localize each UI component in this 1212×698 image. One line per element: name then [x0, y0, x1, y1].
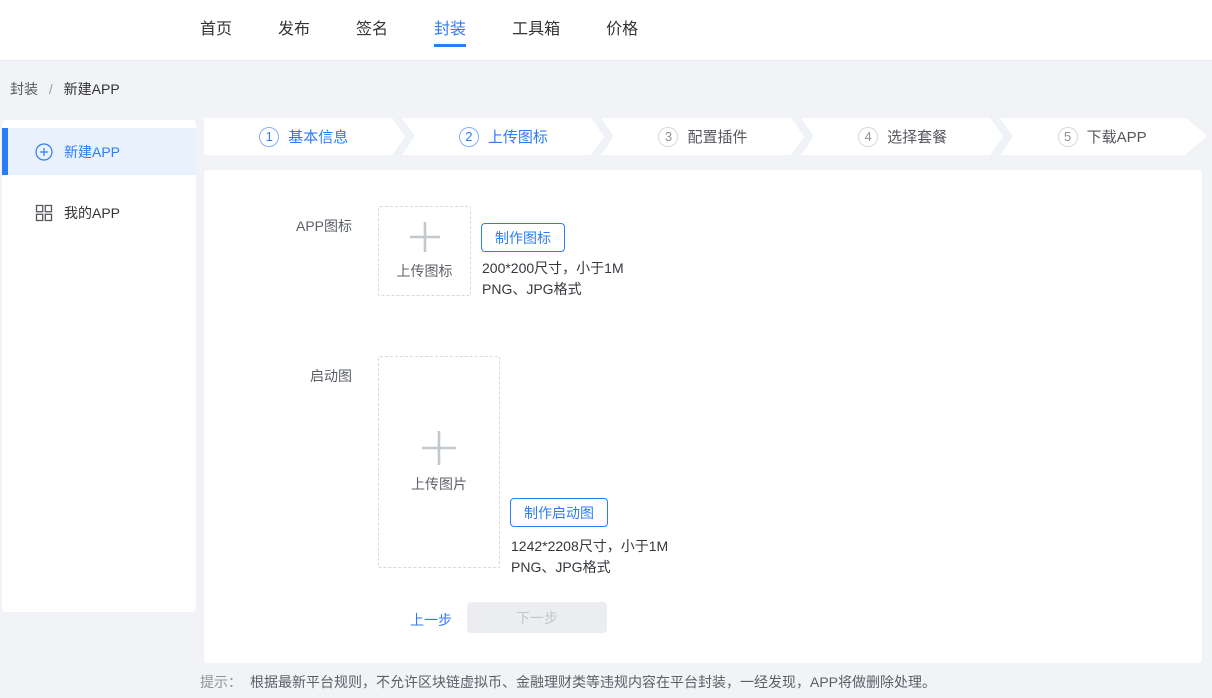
- step-label: 配置插件: [687, 126, 747, 147]
- make-launch-image-button[interactable]: 制作启动图: [510, 498, 608, 527]
- next-step-button[interactable]: 下一步: [467, 602, 607, 633]
- sidebar-item-label: 新建APP: [64, 142, 120, 162]
- plus-circle-icon: [35, 143, 53, 161]
- launch-image-hint-size: 1242*2208尺寸，小于1M: [511, 536, 668, 557]
- upload-icon-text: 上传图标: [397, 261, 453, 281]
- nav-tab-publish[interactable]: 发布: [278, 0, 310, 60]
- sidebar-item-my-app[interactable]: 我的APP: [2, 189, 196, 236]
- step-choose-plan: 4 选择套餐: [803, 118, 1003, 155]
- app-icon-hint-format: PNG、JPG格式: [482, 279, 624, 300]
- previous-step-link[interactable]: 上一步: [410, 610, 452, 630]
- launch-image-upload-box[interactable]: 上传图片: [378, 356, 500, 568]
- launch-image-hint-format: PNG、JPG格式: [511, 557, 668, 578]
- app-icon-upload-box[interactable]: 上传图标: [378, 206, 471, 296]
- nav-tab-toolbox[interactable]: 工具箱: [512, 0, 560, 60]
- nav-tab-sign[interactable]: 签名: [356, 0, 388, 60]
- footer-notice: 提示： 根据最新平台规则，不允许区块链虚拟币、金融理财类等违规内容在平台封装，一经…: [200, 672, 936, 692]
- breadcrumb-item-package[interactable]: 封装: [10, 81, 38, 97]
- app-icon-label: APP图标: [204, 216, 352, 236]
- make-icon-button[interactable]: 制作图标: [481, 223, 565, 252]
- plus-icon: [410, 222, 440, 252]
- launch-image-hint: 1242*2208尺寸，小于1M PNG、JPG格式: [511, 536, 668, 578]
- footer-notice-prefix: 提示：: [200, 674, 242, 690]
- step-label: 上传图标: [488, 126, 548, 147]
- step-number: 3: [658, 127, 678, 147]
- sidebar: 新建APP 我的APP: [2, 120, 196, 612]
- breadcrumb: 封装 / 新建APP: [10, 79, 120, 99]
- step-number: 4: [858, 127, 878, 147]
- step-number: 5: [1058, 127, 1078, 147]
- step-upload-icon: 2 上传图标: [404, 118, 604, 155]
- sidebar-item-label: 我的APP: [64, 203, 120, 223]
- app-icon-hint: 200*200尺寸，小于1M PNG、JPG格式: [482, 258, 624, 300]
- step-label: 选择套餐: [887, 126, 947, 147]
- step-configure-plugins: 3 配置插件: [603, 118, 803, 155]
- nav-tab-package[interactable]: 封装: [434, 0, 466, 60]
- step-download-app: 5 下载APP: [1002, 118, 1202, 155]
- step-label: 基本信息: [288, 126, 348, 147]
- app-icon-hint-size: 200*200尺寸，小于1M: [482, 258, 624, 279]
- step-number: 1: [259, 127, 279, 147]
- steps-bar: 1 基本信息 2 上传图标 3 配置插件 4 选择套餐: [204, 118, 1202, 155]
- step-number: 2: [459, 127, 479, 147]
- plus-icon: [422, 431, 456, 465]
- main-nav: 首页 发布 签名 封装 工具箱 价格: [200, 0, 638, 60]
- launch-image-label: 启动图: [204, 366, 352, 386]
- main-panel: APP图标 上传图标 制作图标 200*200尺寸，小于1M PNG、JPG格式…: [204, 170, 1202, 663]
- nav-tab-home[interactable]: 首页: [200, 0, 232, 60]
- nav-tab-price[interactable]: 价格: [606, 0, 638, 60]
- upload-image-text: 上传图片: [411, 474, 467, 494]
- step-label: 下载APP: [1087, 126, 1147, 147]
- sidebar-item-new-app[interactable]: 新建APP: [2, 128, 196, 175]
- breadcrumb-separator: /: [49, 81, 53, 97]
- footer-notice-message: 根据最新平台规则，不允许区块链虚拟币、金融理财类等违规内容在平台封装，一经发现，…: [250, 674, 936, 690]
- step-basic-info: 1 基本信息: [204, 118, 404, 155]
- breadcrumb-item-new-app: 新建APP: [64, 81, 120, 97]
- top-header: 首页 发布 签名 封装 工具箱 价格: [0, 0, 1212, 61]
- grid-icon: [35, 204, 53, 222]
